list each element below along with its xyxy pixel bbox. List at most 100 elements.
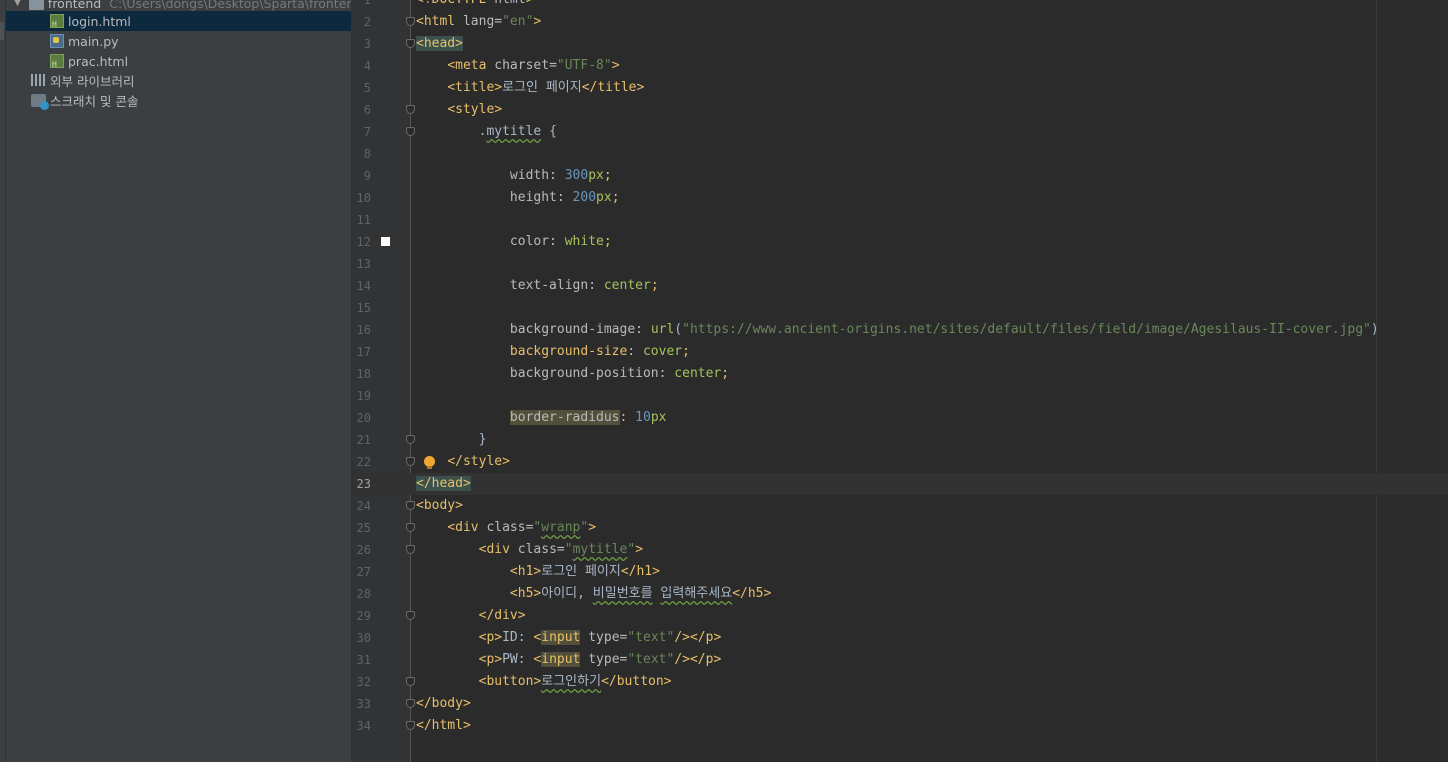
- fold-marker-icon[interactable]: [406, 523, 415, 532]
- code-line[interactable]: 29 </div>: [351, 605, 1448, 627]
- code-line[interactable]: 14 text-align: center;: [351, 275, 1448, 297]
- code-line[interactable]: 15: [351, 297, 1448, 319]
- line-number: 34: [356, 719, 371, 733]
- line-number: 24: [356, 499, 371, 513]
- code-line[interactable]: 30 <p>ID: <input type="text"/></p>: [351, 627, 1448, 649]
- line-number: 17: [356, 345, 371, 359]
- code-line[interactable]: 9 width: 300px;: [351, 165, 1448, 187]
- code-line[interactable]: 8: [351, 143, 1448, 165]
- line-number: 26: [356, 543, 371, 557]
- code-line[interactable]: 20 border-radidus: 10px: [351, 407, 1448, 429]
- code-line[interactable]: 7 .mytitle {: [351, 121, 1448, 143]
- line-number: 8: [363, 147, 371, 161]
- code-line[interactable]: 5 <title>로그인 페이지</title>: [351, 77, 1448, 99]
- line-text: <html lang="en">: [416, 14, 542, 29]
- code-line[interactable]: 13: [351, 253, 1448, 275]
- file-name: prac.html: [68, 53, 129, 69]
- scratches-label: 스크래치 및 콘솔: [50, 93, 139, 109]
- code-line[interactable]: 33 </body>: [351, 693, 1448, 715]
- project-strip-button[interactable]: [0, 22, 4, 40]
- scratches-icon: [31, 93, 49, 110]
- code-editor[interactable]: 1 <!DOCTYPE html> 2 <html lang="en"> 3 <…: [351, 0, 1448, 762]
- line-number: 13: [356, 257, 371, 271]
- code-line[interactable]: 17 background-size: cover;: [351, 341, 1448, 363]
- code-line[interactable]: 2 <html lang="en">: [351, 11, 1448, 33]
- line-number: 19: [356, 389, 371, 403]
- line-number: 15: [356, 301, 371, 315]
- tree-item-prac-html[interactable]: prac.html: [6, 51, 351, 71]
- color-swatch-icon[interactable]: [381, 237, 390, 246]
- fold-marker-icon[interactable]: [406, 545, 415, 554]
- code-line[interactable]: 34 </html>: [351, 715, 1448, 737]
- line-number: 22: [356, 455, 371, 469]
- line-number: 18: [356, 367, 371, 381]
- file-name: login.html: [68, 13, 131, 29]
- chevron-down-icon[interactable]: ▼: [14, 0, 21, 8]
- line-number: 20: [356, 411, 371, 425]
- code-line[interactable]: 28 <h5>아이디, 비밀번호를 입력해주세요</h5>: [351, 583, 1448, 605]
- file-name: main.py: [68, 33, 119, 49]
- line-text: <h1>로그인 페이지</h1>: [509, 564, 660, 579]
- fold-marker-icon[interactable]: [406, 501, 415, 510]
- fold-marker-icon[interactable]: [406, 611, 415, 620]
- tree-item-external-libraries[interactable]: 외부 라이브러리: [6, 70, 351, 90]
- code-line[interactable]: 1 <!DOCTYPE html>: [351, 0, 1448, 11]
- code-line[interactable]: 10 height: 200px;: [351, 187, 1448, 209]
- line-number: 10: [356, 191, 371, 205]
- code-line[interactable]: 11: [351, 209, 1448, 231]
- line-number: 11: [356, 213, 371, 227]
- line-text: </div>: [478, 608, 526, 623]
- code-line[interactable]: 6 <style>: [351, 99, 1448, 121]
- code-line[interactable]: 31 <p>PW: <input type="text"/></p>: [351, 649, 1448, 671]
- line-text: <p>ID: <input type="text"/></p>: [478, 630, 722, 645]
- code-line[interactable]: 22 </style>: [351, 451, 1448, 473]
- fold-marker-icon[interactable]: [406, 699, 415, 708]
- code-lines[interactable]: 1 <!DOCTYPE html> 2 <html lang="en"> 3 <…: [351, 0, 1448, 737]
- line-text: <meta charset="UTF-8">: [447, 58, 620, 73]
- line-number: 5: [363, 81, 371, 95]
- line-text: </head>: [416, 476, 471, 491]
- code-line[interactable]: 12 color: white;: [351, 231, 1448, 253]
- line-number: 1: [363, 0, 371, 7]
- line-number: 31: [356, 653, 371, 667]
- fold-marker-icon[interactable]: [406, 127, 415, 136]
- html-file-icon: [50, 14, 64, 29]
- line-number: 3: [363, 37, 371, 51]
- code-line[interactable]: 19: [351, 385, 1448, 407]
- code-line[interactable]: 26 <div class="mytitle">: [351, 539, 1448, 561]
- html-file-icon: [50, 54, 64, 69]
- code-line[interactable]: 24 <body>: [351, 495, 1448, 517]
- code-line[interactable]: 18 background-position: center;: [351, 363, 1448, 385]
- code-line[interactable]: 32 <button>로그인하기</button>: [351, 671, 1448, 693]
- line-text: </style>: [447, 454, 510, 469]
- line-text: color: white;: [509, 234, 612, 249]
- line-number: 6: [363, 103, 371, 117]
- project-root-path: C:\Users\dongs\Desktop\Sparta\frontend: [109, 0, 351, 11]
- code-line[interactable]: 27 <h1>로그인 페이지</h1>: [351, 561, 1448, 583]
- line-number: 14: [356, 279, 371, 293]
- line-number: 7: [363, 125, 371, 139]
- line-number: 4: [363, 59, 371, 73]
- fold-marker-icon[interactable]: [406, 105, 415, 114]
- fold-marker-icon[interactable]: [406, 721, 415, 730]
- fold-marker-icon[interactable]: [406, 435, 415, 444]
- line-text: <div class="mytitle">: [478, 542, 644, 557]
- line-text: background-size: cover;: [509, 344, 690, 359]
- code-line[interactable]: 25 <div class="wranp">: [351, 517, 1448, 539]
- library-icon: [31, 74, 46, 86]
- line-number: 21: [356, 433, 371, 447]
- tree-item-scratches[interactable]: 스크래치 및 콘솔: [6, 90, 351, 110]
- line-number: 33: [356, 697, 371, 711]
- fold-marker-icon[interactable]: [406, 677, 415, 686]
- fold-marker-icon[interactable]: [406, 39, 415, 48]
- code-line[interactable]: 21 }: [351, 429, 1448, 451]
- code-line[interactable]: 4 <meta charset="UTF-8">: [351, 55, 1448, 77]
- code-line[interactable]: 3 <head>: [351, 33, 1448, 55]
- code-line-current[interactable]: 23 </head>: [351, 473, 1448, 495]
- line-text: background-position: center;: [509, 366, 730, 381]
- tree-item-main-py[interactable]: main.py: [6, 31, 351, 51]
- tree-item-login-html[interactable]: login.html: [6, 11, 351, 31]
- fold-marker-icon[interactable]: [406, 457, 415, 466]
- fold-marker-icon[interactable]: [406, 17, 415, 26]
- code-line[interactable]: 16 background-image: url("https://www.an…: [351, 319, 1448, 341]
